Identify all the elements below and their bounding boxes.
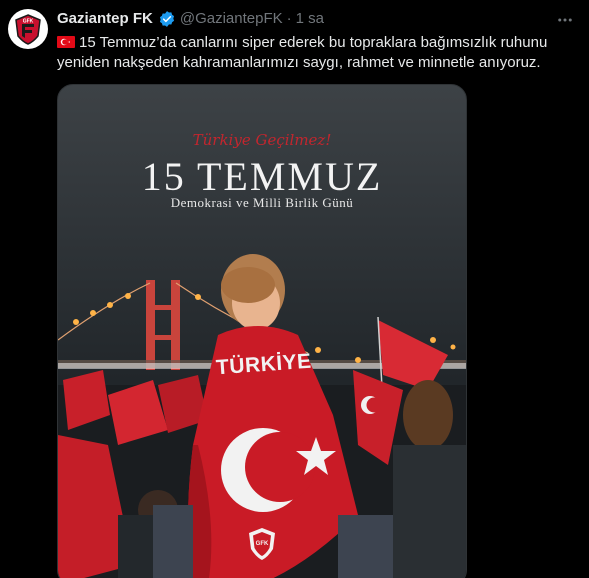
- poster-title: 15 TEMMUZ: [141, 154, 383, 199]
- timestamp[interactable]: 1 sa: [296, 9, 324, 29]
- poster-subtitle: Türkiye Geçilmez!: [192, 131, 332, 149]
- gfk-badge-icon: GFK: [249, 528, 275, 560]
- tweet-body-text: 15 Temmuz’da canlarını siper ederek bu t…: [57, 34, 548, 71]
- spectator-head: [403, 380, 453, 450]
- handle[interactable]: @GaziantepFK: [180, 9, 283, 29]
- gaziantep-fk-logo-icon: GFK: [15, 14, 41, 45]
- bridge-tower-left: [146, 280, 155, 370]
- turkey-flag-icon: [57, 36, 75, 48]
- tweet[interactable]: GFK Gaziantep FK @GaziantepFK · 1 sa 15 …: [0, 0, 589, 578]
- bridge-tower-right: [171, 280, 180, 370]
- tweet-text: 15 Temmuz’da canlarını siper ederek bu t…: [57, 33, 577, 73]
- badge-text: GFK: [256, 541, 269, 547]
- display-name[interactable]: Gaziantep FK: [57, 9, 153, 29]
- separator-dot: ·: [286, 10, 292, 27]
- avatar-logo-text: GFK: [23, 19, 34, 25]
- more-options-icon: [558, 18, 572, 22]
- poster-caption: Demokrasi ve Milli Birlik Günü: [170, 195, 354, 210]
- tweet-header: Gaziantep FK @GaziantepFK · 1 sa: [57, 9, 324, 29]
- more-options-button[interactable]: [553, 8, 577, 32]
- crowd-flag: [378, 320, 448, 390]
- avatar[interactable]: GFK: [8, 9, 48, 49]
- verified-badge-icon[interactable]: [158, 10, 176, 28]
- tweet-image[interactable]: Türkiye Geçilmez! 15 TEMMUZ Demokrasi ve…: [57, 84, 467, 578]
- spectator-body: [393, 445, 466, 578]
